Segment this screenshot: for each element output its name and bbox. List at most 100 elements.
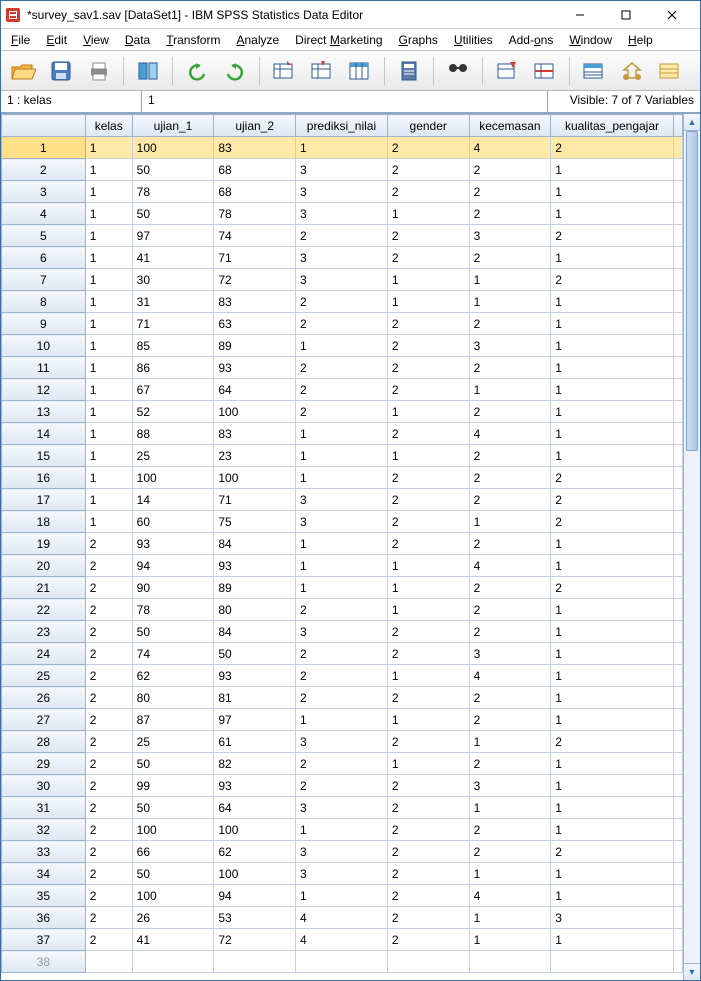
row-header[interactable]: 12 bbox=[2, 379, 86, 401]
data-cell[interactable]: 2 bbox=[469, 533, 551, 555]
data-cell[interactable]: 1 bbox=[551, 665, 674, 687]
table-row[interactable]: 4150783121 bbox=[2, 203, 683, 225]
data-cell[interactable]: 1 bbox=[85, 247, 132, 269]
data-cell[interactable]: 3 bbox=[296, 797, 388, 819]
data-cell[interactable]: 89 bbox=[214, 577, 296, 599]
data-cell[interactable] bbox=[469, 951, 551, 973]
data-cell[interactable]: 3 bbox=[296, 863, 388, 885]
data-cell[interactable]: 1 bbox=[387, 445, 469, 467]
data-cell[interactable]: 62 bbox=[214, 841, 296, 863]
data-cell[interactable]: 94 bbox=[214, 885, 296, 907]
table-row[interactable]: 30299932231 bbox=[2, 775, 683, 797]
row-header[interactable]: 18 bbox=[2, 511, 86, 533]
row-header[interactable]: 37 bbox=[2, 929, 86, 951]
data-cell[interactable]: 50 bbox=[214, 643, 296, 665]
menu-help[interactable]: Help bbox=[622, 31, 659, 49]
data-cell[interactable]: 62 bbox=[132, 665, 214, 687]
save-button[interactable] bbox=[45, 55, 77, 87]
data-cell[interactable]: 75 bbox=[214, 511, 296, 533]
data-cell[interactable]: 1 bbox=[469, 511, 551, 533]
data-cell[interactable]: 1 bbox=[296, 445, 388, 467]
data-cell[interactable]: 1 bbox=[85, 137, 132, 159]
data-cell[interactable]: 72 bbox=[214, 269, 296, 291]
column-header[interactable]: gender bbox=[387, 115, 469, 137]
data-cell[interactable]: 2 bbox=[469, 203, 551, 225]
data-cell[interactable] bbox=[296, 951, 388, 973]
data-cell[interactable]: 2 bbox=[469, 401, 551, 423]
data-cell[interactable]: 97 bbox=[132, 225, 214, 247]
data-cell[interactable]: 2 bbox=[387, 511, 469, 533]
data-cell[interactable]: 1 bbox=[551, 313, 674, 335]
table-row[interactable]: 2150683221 bbox=[2, 159, 683, 181]
menu-utilities[interactable]: Utilities bbox=[448, 31, 499, 49]
data-cell[interactable]: 1 bbox=[296, 335, 388, 357]
data-cell[interactable]: 2 bbox=[387, 467, 469, 489]
data-cell[interactable]: 97 bbox=[214, 709, 296, 731]
table-row[interactable]: 18160753212 bbox=[2, 511, 683, 533]
table-row[interactable]: 22278802121 bbox=[2, 599, 683, 621]
menu-data[interactable]: Data bbox=[119, 31, 156, 49]
data-cell[interactable]: 52 bbox=[132, 401, 214, 423]
data-cell[interactable]: 78 bbox=[214, 203, 296, 225]
scroll-down-button[interactable]: ▼ bbox=[684, 963, 700, 980]
row-header[interactable]: 35 bbox=[2, 885, 86, 907]
data-cell[interactable]: 4 bbox=[296, 907, 388, 929]
column-header[interactable]: ujian_2 bbox=[214, 115, 296, 137]
data-cell[interactable]: 2 bbox=[469, 159, 551, 181]
data-cell[interactable]: 1 bbox=[85, 159, 132, 181]
data-cell[interactable]: 83 bbox=[214, 291, 296, 313]
row-header[interactable]: 15 bbox=[2, 445, 86, 467]
data-cell[interactable]: 3 bbox=[296, 841, 388, 863]
table-row[interactable]: 9171632221 bbox=[2, 313, 683, 335]
row-header[interactable]: 25 bbox=[2, 665, 86, 687]
data-cell[interactable]: 1 bbox=[469, 291, 551, 313]
row-header[interactable]: 10 bbox=[2, 335, 86, 357]
data-cell[interactable]: 1 bbox=[85, 269, 132, 291]
data-cell[interactable]: 61 bbox=[214, 731, 296, 753]
data-cell[interactable]: 99 bbox=[132, 775, 214, 797]
redo-button[interactable] bbox=[219, 55, 251, 87]
insert-cases-button[interactable]: * bbox=[491, 55, 523, 87]
data-cell[interactable]: 83 bbox=[214, 137, 296, 159]
data-cell[interactable]: 100 bbox=[132, 819, 214, 841]
data-cell[interactable]: 26 bbox=[132, 907, 214, 929]
row-header[interactable]: 1 bbox=[2, 137, 86, 159]
data-cell[interactable]: 1 bbox=[296, 533, 388, 555]
data-cell[interactable] bbox=[387, 951, 469, 973]
data-cell[interactable]: 2 bbox=[296, 401, 388, 423]
goto-case-button[interactable] bbox=[268, 55, 300, 87]
data-cell[interactable]: 2 bbox=[85, 753, 132, 775]
data-cell[interactable]: 2 bbox=[296, 687, 388, 709]
column-header[interactable]: kualitas_pengajar bbox=[551, 115, 674, 137]
data-cell[interactable] bbox=[214, 951, 296, 973]
table-row[interactable]: 7130723112 bbox=[2, 269, 683, 291]
data-cell[interactable]: 4 bbox=[469, 885, 551, 907]
data-cell[interactable]: 64 bbox=[214, 797, 296, 819]
data-cell[interactable]: 1 bbox=[551, 423, 674, 445]
recall-dialog-button[interactable] bbox=[132, 55, 164, 87]
data-cell[interactable]: 2 bbox=[387, 775, 469, 797]
data-cell[interactable]: 1 bbox=[387, 709, 469, 731]
minimize-button[interactable] bbox=[557, 1, 602, 29]
current-cell-value[interactable]: 1 bbox=[142, 91, 548, 112]
undo-button[interactable] bbox=[181, 55, 213, 87]
data-cell[interactable]: 2 bbox=[469, 445, 551, 467]
data-cell[interactable]: 1 bbox=[387, 599, 469, 621]
data-cell[interactable]: 1 bbox=[387, 753, 469, 775]
data-cell[interactable]: 68 bbox=[214, 181, 296, 203]
split-file-button[interactable] bbox=[529, 55, 561, 87]
data-cell[interactable]: 1 bbox=[551, 797, 674, 819]
data-cell[interactable]: 3 bbox=[296, 621, 388, 643]
data-cell[interactable]: 2 bbox=[387, 929, 469, 951]
data-cell[interactable]: 2 bbox=[296, 665, 388, 687]
data-cell[interactable]: 1 bbox=[469, 863, 551, 885]
data-cell[interactable]: 3 bbox=[296, 511, 388, 533]
data-cell[interactable]: 14 bbox=[132, 489, 214, 511]
table-row[interactable]: 8131832111 bbox=[2, 291, 683, 313]
row-header[interactable]: 38 bbox=[2, 951, 86, 973]
data-cell[interactable]: 4 bbox=[296, 929, 388, 951]
data-cell[interactable]: 3 bbox=[296, 181, 388, 203]
data-cell[interactable]: 2 bbox=[85, 841, 132, 863]
data-cell[interactable]: 1 bbox=[85, 225, 132, 247]
data-cell[interactable]: 1 bbox=[551, 159, 674, 181]
